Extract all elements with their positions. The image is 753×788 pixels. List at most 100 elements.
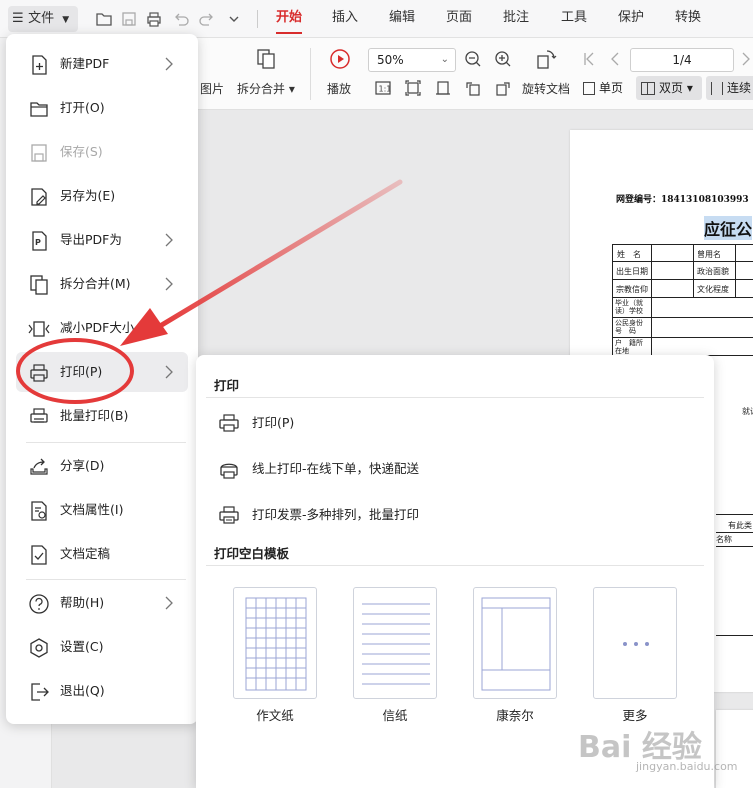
tab-comment[interactable]: 批注	[503, 0, 529, 38]
redo-icon[interactable]	[198, 10, 216, 28]
fit-width-icon[interactable]	[435, 80, 451, 99]
split-merge-icon	[28, 274, 50, 296]
page-number-input[interactable]: 1/4	[630, 48, 734, 72]
menu-item-share[interactable]: 分享(D)	[16, 446, 188, 486]
tab-protect[interactable]: 保护	[618, 0, 644, 38]
exit-icon	[28, 681, 50, 703]
menubar: ☰ 文件 ▼ 开始 插入 编辑 页面 批注 工具 保护 转换	[0, 0, 753, 38]
submenu-item-print[interactable]: 打印(P)	[206, 403, 704, 443]
cell-former-name: 曾用名	[697, 250, 721, 259]
cell-birth-date: 出生日期	[616, 267, 648, 276]
rotate-document-button[interactable]: 旋转文档	[522, 80, 570, 97]
template-more[interactable]: 更多	[593, 587, 677, 724]
zoom-in-icon[interactable]	[494, 50, 512, 71]
export-pdf-icon: P	[28, 230, 50, 252]
tab-page[interactable]: 页面	[446, 0, 472, 38]
tab-tools[interactable]: 工具	[561, 0, 587, 38]
menu-item-label: 设置(C)	[60, 639, 104, 654]
fit-page-icon[interactable]	[405, 80, 421, 99]
tab-insert[interactable]: 插入	[332, 0, 358, 38]
submenu-item-label: 线上打印-在线下单，快递配送	[252, 461, 420, 476]
cell-studying: 就读	[742, 407, 753, 416]
double-page-icon	[641, 82, 655, 95]
submenu-item-label: 打印(P)	[252, 415, 295, 430]
rotate-left-icon[interactable]	[465, 80, 481, 99]
menu-item-batch-print[interactable]: 批量打印(B)	[16, 396, 188, 436]
lined-paper-icon	[353, 587, 437, 699]
template-letter-paper[interactable]: 信纸	[353, 587, 437, 724]
folder-icon[interactable]	[95, 10, 113, 28]
invoice-print-icon	[218, 504, 240, 526]
template-cornell[interactable]: 康奈尔	[473, 587, 557, 724]
document-title: 应征公	[704, 216, 753, 240]
annotation-circle	[16, 338, 134, 404]
undo-icon[interactable]	[172, 10, 190, 28]
submenu-divider	[206, 565, 704, 566]
rotate-right-icon[interactable]	[495, 80, 511, 99]
cell-school: 毕业（就读）学校	[615, 299, 643, 315]
submenu-item-online-print[interactable]: 线上打印-在线下单，快递配送	[206, 449, 704, 489]
chevron-right-icon	[164, 232, 174, 248]
chevron-down-icon[interactable]	[225, 10, 243, 28]
menu-item-finalize[interactable]: 文档定稿	[16, 534, 188, 574]
save-icon[interactable]	[120, 10, 138, 28]
play-icon[interactable]	[329, 48, 351, 73]
menu-item-new-pdf[interactable]: 新建PDF	[16, 44, 188, 84]
menu-item-save: 保存(S)	[16, 132, 188, 172]
rotate-document-icon[interactable]	[535, 48, 557, 73]
menu-divider	[26, 579, 186, 580]
menu-item-doc-properties[interactable]: 文档属性(I)	[16, 490, 188, 530]
split-merge-icon[interactable]	[256, 48, 276, 73]
prev-page-icon[interactable]	[609, 52, 621, 69]
single-page-icon	[583, 82, 595, 95]
first-page-icon[interactable]	[583, 52, 595, 69]
zoom-out-icon[interactable]	[464, 50, 482, 71]
menu-item-export-pdf[interactable]: P 导出PDF为	[16, 220, 188, 260]
split-merge-button[interactable]: 拆分合并 ▾	[237, 80, 295, 97]
menu-item-settings[interactable]: 设置(C)	[16, 627, 188, 667]
menu-item-label: 文档属性(I)	[60, 502, 124, 517]
tab-edit[interactable]: 编辑	[389, 0, 415, 38]
submenu-item-label: 打印发票-多种排列，批量打印	[252, 507, 420, 522]
form-table: 姓 名 曾用名 出生日期 政治面貌 宗教信仰 文化程度 毕业（就读）学校 公民身…	[612, 244, 753, 357]
chevron-down-icon: ⌄	[440, 54, 449, 65]
menu-item-open[interactable]: 打开(O)	[16, 88, 188, 128]
double-page-button[interactable]: 双页 ▾	[636, 76, 702, 100]
submenu-item-invoice-print[interactable]: 打印发票-多种排列，批量打印	[206, 495, 704, 535]
tab-convert[interactable]: 转换	[675, 0, 701, 38]
menu-item-label: 文档定稿	[60, 546, 111, 561]
printer-icon	[218, 412, 240, 434]
image-button-label[interactable]: 图片	[200, 80, 224, 97]
menu-item-label: 退出(Q)	[60, 683, 105, 698]
continuous-button[interactable]: 连续	[706, 76, 753, 100]
menu-item-help[interactable]: 帮助(H)	[16, 583, 188, 623]
batch-print-icon	[28, 406, 50, 428]
play-button[interactable]: 播放	[327, 80, 351, 97]
print-icon[interactable]	[145, 10, 163, 28]
cell-category: 有此类	[728, 521, 752, 530]
submenu-divider	[206, 397, 704, 398]
actual-size-icon[interactable]: 1:1	[375, 80, 391, 99]
chevron-right-icon	[164, 56, 174, 72]
menu-item-split-merge[interactable]: 拆分合并(M)	[16, 264, 188, 304]
cell-education: 文化程度	[697, 285, 729, 294]
divider	[310, 48, 311, 100]
zoom-select[interactable]: 50% ⌄	[368, 48, 456, 72]
menu-item-exit[interactable]: 退出(Q)	[16, 671, 188, 711]
menu-item-label: 分享(D)	[60, 458, 105, 473]
cell-household: 户 籍所在地	[615, 339, 643, 355]
tab-start[interactable]: 开始	[276, 0, 303, 38]
help-icon	[28, 593, 50, 615]
menu-item-save-as[interactable]: 另存为(E)	[16, 176, 188, 216]
menu-item-label: 导出PDF为	[60, 232, 122, 247]
cell-religion: 宗教信仰	[616, 285, 648, 294]
cornell-paper-icon	[473, 587, 557, 699]
doc-properties-icon	[28, 500, 50, 522]
next-page-icon[interactable]	[740, 52, 752, 69]
chevron-right-icon	[164, 595, 174, 611]
cell-title: 名称	[716, 535, 732, 544]
file-menu-button[interactable]: ☰ 文件 ▼	[8, 6, 78, 32]
template-label: 信纸	[382, 708, 408, 723]
template-composition-paper[interactable]: 作文纸	[233, 587, 317, 724]
single-page-button[interactable]: 单页	[583, 76, 631, 100]
